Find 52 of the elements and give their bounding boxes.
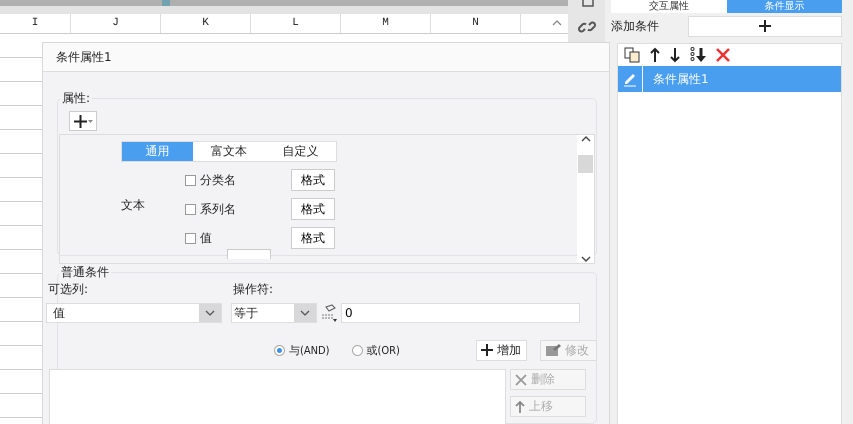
column-select[interactable]: 值 xyxy=(46,303,222,323)
arrow-up-icon[interactable] xyxy=(650,47,660,63)
scrollbar-thumb[interactable] xyxy=(578,155,593,173)
column-header[interactable]: M xyxy=(341,14,431,33)
field-label: 可选列: xyxy=(48,281,90,298)
close-icon xyxy=(515,374,527,386)
scrollbar[interactable] xyxy=(577,135,594,263)
move-bottom-icon[interactable] xyxy=(690,47,706,63)
delete-icon[interactable] xyxy=(716,48,730,62)
checkbox[interactable] xyxy=(185,232,196,244)
scroll-down-icon[interactable] xyxy=(580,255,590,263)
format-tab[interactable]: 富文本 xyxy=(193,142,265,161)
caret-icon xyxy=(88,120,92,122)
column-header[interactable]: K xyxy=(161,14,251,33)
format-button[interactable]: 格式 xyxy=(291,169,335,191)
add-button[interactable]: 增加 xyxy=(476,340,527,360)
value-field[interactable]: 0 xyxy=(341,303,580,323)
chevron-down-icon[interactable] xyxy=(205,310,215,316)
add-dropdown-button[interactable] xyxy=(69,111,97,131)
column-header[interactable]: J xyxy=(71,14,161,33)
arrow-down-icon[interactable] xyxy=(670,47,680,63)
edit-icon xyxy=(545,343,561,357)
column-header[interactable]: I xyxy=(0,14,71,33)
pencil-icon xyxy=(622,71,638,87)
checkbox-label: 系列名 xyxy=(200,200,237,218)
plus-icon xyxy=(74,114,86,128)
section-legend: 属性: xyxy=(60,90,92,107)
plus-icon xyxy=(759,20,771,32)
plus-icon xyxy=(481,344,493,356)
checkbox[interactable] xyxy=(185,204,196,214)
scroll-up-icon[interactable] xyxy=(580,135,590,143)
checkbox-label: 值 xyxy=(200,230,213,246)
chevron-down-icon[interactable] xyxy=(300,310,310,316)
logic-radio[interactable]: 或(OR) xyxy=(352,342,400,358)
section-label: 文本 xyxy=(121,197,146,214)
format-tab[interactable]: 自定义 xyxy=(264,142,336,161)
column-header[interactable]: N xyxy=(431,14,521,33)
section-legend: 普通条件 xyxy=(59,264,111,281)
operator-select[interactable]: 等于 xyxy=(231,303,317,323)
checkbox-label: 分类名 xyxy=(200,172,237,188)
add-condition-label: 添加条件 xyxy=(611,18,660,34)
logic-radio[interactable]: 与(AND) xyxy=(274,342,330,358)
format-button[interactable]: 格式 xyxy=(291,227,335,249)
column-header[interactable]: L xyxy=(251,14,341,33)
arrow-up-icon xyxy=(515,400,525,413)
format-button[interactable]: 格式 xyxy=(291,198,335,220)
field-label: 操作符: xyxy=(233,281,274,298)
checkbox[interactable] xyxy=(185,174,196,186)
dialog-title: 条件属性1 xyxy=(43,43,609,72)
panel-tab[interactable]: 交互属性 xyxy=(611,0,726,13)
scrollbar-thumb[interactable] xyxy=(162,0,170,6)
value-type-icon[interactable] xyxy=(321,304,337,322)
